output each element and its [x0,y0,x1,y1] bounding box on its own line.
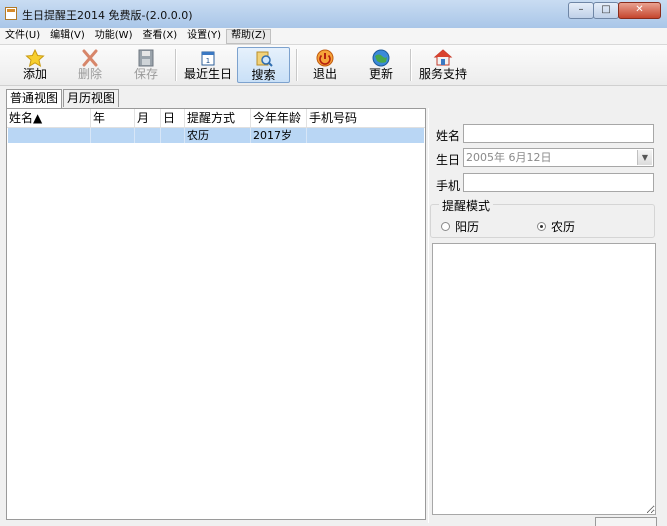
power-icon [316,49,334,67]
dropdown-arrow-icon[interactable]: ▼ [637,150,652,165]
remind-mode-group: 提醒模式 阳历 农历 [430,197,655,238]
cell-day [161,128,185,143]
window-title: 生日提醒王2014 免费版-(2.0.0.0) [22,9,193,22]
radio-solar-icon [441,222,450,231]
cell-name [8,128,91,143]
cell-remind-mode: 农历 [185,128,251,143]
service-support-label: 服务支持 [418,67,467,81]
birthday-value: 2005年 6月12日 [466,151,552,164]
radio-lunar-icon [537,222,546,231]
phone-label: 手机 [436,179,461,193]
toolbar: 添加 删除 保存 1 最近生日 搜索 退出 更新 服务支持 [0,45,667,86]
cell-year [91,128,135,143]
globe-icon [372,49,390,67]
radio-lunar[interactable]: 农历 [537,218,575,235]
calendar-icon: 1 [201,51,215,66]
birthday-label: 生日 [436,153,461,167]
column-header-day[interactable]: 日 [161,109,185,127]
search-button[interactable]: 搜索 [237,47,290,83]
delete-button[interactable]: 删除 [68,47,112,83]
recent-birthday-label: 最近生日 [183,67,232,81]
service-support-button[interactable]: 服务支持 [416,47,470,83]
app-icon [5,7,17,20]
exit-label: 退出 [312,67,337,81]
radio-solar[interactable]: 阳历 [441,218,479,235]
column-header-remind-mode[interactable]: 提醒方式 [185,109,251,127]
remind-mode-title: 提醒模式 [439,197,494,214]
column-header-year[interactable]: 年 [91,109,135,127]
name-input[interactable] [463,124,654,143]
menu-view[interactable]: 查看(X) [137,28,182,44]
update-label: 更新 [368,67,393,81]
toolbar-separator [296,49,298,81]
maximize-icon: □ [601,4,611,15]
update-button[interactable]: 更新 [360,47,402,83]
cell-phone [307,128,424,143]
maximize-button[interactable]: □ [593,2,619,19]
name-label: 姓名 [436,129,461,143]
delete-label: 删除 [77,67,102,81]
toolbar-separator [175,49,177,81]
floppy-disk-icon [138,49,154,67]
home-icon [433,49,453,66]
delete-x-icon [82,49,98,67]
column-header-name[interactable]: 姓名▲ [7,109,91,127]
column-header-phone[interactable]: 手机号码 [307,109,373,127]
tab-calendar-view[interactable]: 月历视图 [63,89,120,107]
contact-list[interactable]: 姓名▲ 年 月 日 提醒方式 今年年龄 手机号码 农历 2017岁 [6,108,426,520]
add-button[interactable]: 添加 [14,47,56,83]
save-label: 保存 [133,67,158,81]
column-header-age[interactable]: 今年年龄 [251,109,307,127]
cell-age: 2017岁 [251,128,307,143]
search-icon [256,51,273,67]
birthday-picker[interactable]: 2005年 6月12日 ▼ [463,148,654,167]
save-button[interactable]: 保存 [124,47,168,83]
close-button[interactable]: ✕ [618,2,661,19]
notes-textarea[interactable] [432,243,656,515]
cell-month [135,128,161,143]
recent-birthday-button[interactable]: 1 最近生日 [181,47,235,83]
exit-button[interactable]: 退出 [305,47,345,83]
menu-settings[interactable]: 设置(Y) [182,28,226,44]
title-bar[interactable]: 生日提醒王2014 免费版-(2.0.0.0) – □ ✕ [0,0,667,29]
menu-bar: 文件(U) 编辑(V) 功能(W) 查看(X) 设置(Y) 帮助(Z) [0,28,667,45]
view-tabs: 普通视图 月历视图 [6,89,120,108]
star-icon [25,49,45,67]
minimize-button[interactable]: – [568,2,594,19]
radio-solar-label: 阳历 [455,220,480,234]
menu-file[interactable]: 文件(U) [0,28,45,44]
close-icon: ✕ [635,4,644,15]
search-label: 搜索 [251,68,276,82]
table-row[interactable]: 农历 2017岁 [8,128,424,143]
menu-help[interactable]: 帮助(Z) [226,29,271,44]
menu-function[interactable]: 功能(W) [90,28,138,44]
toolbar-separator [410,49,412,81]
menu-edit[interactable]: 编辑(V) [45,28,90,44]
radio-lunar-label: 农历 [551,220,576,234]
add-label: 添加 [22,67,47,81]
svg-text:1: 1 [206,57,210,65]
bottom-button[interactable] [595,517,657,526]
tab-normal-view[interactable]: 普通视图 [6,89,63,108]
minimize-icon: – [578,4,584,15]
column-header-month[interactable]: 月 [135,109,161,127]
phone-input[interactable] [463,173,654,192]
list-header: 姓名▲ 年 月 日 提醒方式 今年年龄 手机号码 [7,109,425,128]
